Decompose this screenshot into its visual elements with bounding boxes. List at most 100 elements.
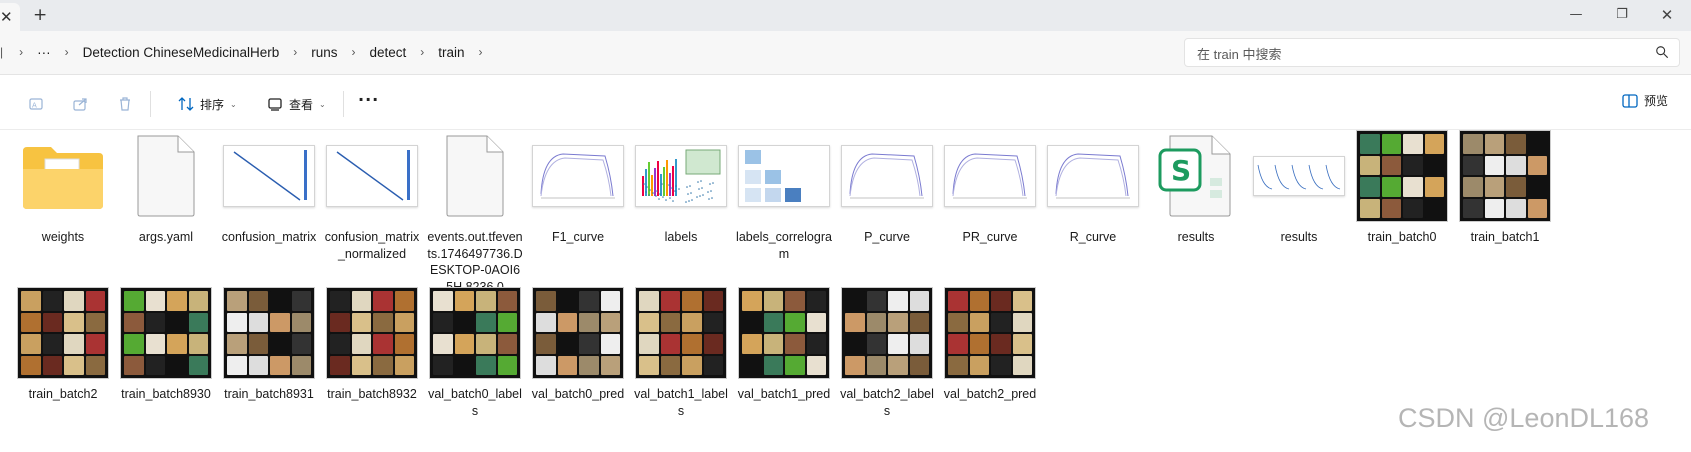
thumbnail-tile	[1484, 155, 1504, 175]
active-tab[interactable]: ✕	[0, 3, 20, 31]
thumbnail-tile	[21, 355, 41, 375]
thumbnail-tile	[394, 355, 414, 375]
chart-thumbnail	[217, 128, 321, 224]
chart-thumbnail	[629, 128, 733, 224]
thumbnail-tile	[806, 334, 826, 354]
thumbnail-tile	[330, 291, 350, 311]
thumbnail-tile	[600, 291, 620, 311]
thumbnail-tile	[227, 334, 247, 354]
thumbnail-tile	[351, 291, 371, 311]
thumbnail-tile	[703, 355, 723, 375]
file-name: results	[1177, 230, 1215, 244]
chart-thumbnail	[938, 128, 1042, 224]
new-tab-button[interactable]: +	[33, 6, 47, 24]
breadcrumb-item[interactable]: detect	[364, 45, 413, 60]
thumbnail-tile	[969, 291, 989, 311]
chevron-right-icon[interactable]: ›	[344, 45, 364, 59]
thumbnail-tile	[1424, 155, 1444, 175]
close-window-button[interactable]: ✕	[1656, 5, 1678, 25]
thumbnail-tile	[1527, 155, 1547, 175]
thumbnail-tile	[600, 334, 620, 354]
thumbnail-tile	[1012, 355, 1032, 375]
thumbnail-tile	[948, 312, 968, 332]
thumbnail-tile	[600, 355, 620, 375]
thumbnail-tile	[124, 312, 144, 332]
thumbnail-tile	[248, 312, 268, 332]
thumbnail-tile	[248, 334, 268, 354]
chart-thumbnail	[732, 128, 836, 224]
thumbnail-tile	[64, 312, 84, 332]
thumbnail-tile	[1360, 177, 1380, 197]
search-icon[interactable]	[1655, 45, 1669, 59]
thumbnail-tile	[85, 334, 105, 354]
thumbnail-tile	[167, 355, 187, 375]
minimize-button[interactable]: —	[1565, 5, 1587, 25]
preview-label: 预览	[1644, 94, 1669, 108]
chevron-right-icon[interactable]: ›	[471, 45, 491, 59]
chevron-right-icon[interactable]: ›	[11, 45, 31, 59]
thumbnail-tile	[145, 291, 165, 311]
thumbnail-tile	[42, 312, 62, 332]
thumbnail-tile	[742, 355, 762, 375]
thumbnail-tile	[909, 334, 929, 354]
breadcrumb-item[interactable]: Detection ChineseMedicinalHerb	[77, 45, 286, 60]
thumbnail-tile	[1463, 198, 1483, 218]
thumbnail-tile	[85, 312, 105, 332]
breadcrumb-item[interactable]: runs	[305, 45, 343, 60]
share-icon[interactable]	[72, 95, 90, 113]
thumbnail-tile	[64, 291, 84, 311]
thumbnail-tile	[682, 334, 702, 354]
thumbnail-tile	[1403, 198, 1423, 218]
thumbnail-tile	[969, 312, 989, 332]
file-name: train_batch8932	[327, 387, 417, 401]
thumbnail-tile	[1403, 155, 1423, 175]
thumbnail-tile	[991, 291, 1011, 311]
thumbnail-tile	[1463, 177, 1483, 197]
thumbnail-tile	[742, 334, 762, 354]
thumbnail-tile	[1360, 134, 1380, 154]
thumbnail-tile	[909, 291, 929, 311]
thumbnail-tile	[536, 334, 556, 354]
rename-icon[interactable]: A	[28, 95, 46, 113]
thumbnail-tile	[845, 291, 865, 311]
thumbnail-tile	[639, 355, 659, 375]
thumbnail-tile	[1424, 134, 1444, 154]
preview-pane-button[interactable]: 预览	[1622, 92, 1668, 109]
image-thumbnail	[114, 285, 218, 381]
thumbnail-tile	[1506, 134, 1526, 154]
thumbnail-tile	[785, 334, 805, 354]
chevron-right-icon[interactable]: ›	[412, 45, 432, 59]
chevron-down-icon: ⌄	[230, 99, 237, 109]
thumbnail-tile	[888, 334, 908, 354]
thumbnail-tile	[124, 355, 144, 375]
thumbnail-tile	[1484, 177, 1504, 197]
thumbnail-tile	[579, 291, 599, 311]
thumbnail-tile	[124, 291, 144, 311]
thumbnail-tile	[1527, 198, 1547, 218]
search-placeholder: 在 train 中搜索	[1197, 47, 1282, 62]
delete-icon[interactable]	[116, 95, 134, 113]
file-name: labels	[664, 230, 698, 244]
thumbnail-tile	[969, 334, 989, 354]
breadcrumb[interactable]: | › ··· › Detection ChineseMedicinalHerb…	[0, 39, 1175, 65]
thumbnail-tile	[866, 312, 886, 332]
chevron-right-icon[interactable]: ›	[285, 45, 305, 59]
sort-button[interactable]: 排序 ⌄	[178, 92, 237, 116]
image-thumbnail	[629, 285, 733, 381]
command-bar: A 排序 ⌄ 查看 ⌄ ··· 预览	[0, 76, 1691, 130]
restore-button[interactable]: ❐	[1611, 5, 1633, 25]
search-input[interactable]: 在 train 中搜索	[1184, 38, 1680, 67]
file-name: train_batch2	[28, 387, 98, 401]
thumbnail-tile	[703, 334, 723, 354]
thumbnail-tile	[476, 312, 496, 332]
thumbnail-tile	[785, 291, 805, 311]
breadcrumb-item[interactable]: train	[432, 45, 470, 60]
thumbnail-tile	[270, 291, 290, 311]
breadcrumb-overflow[interactable]: ···	[31, 45, 57, 60]
thumbnail-tile	[145, 355, 165, 375]
tab-close-icon[interactable]: ✕	[0, 9, 13, 25]
more-options-button[interactable]: ···	[358, 90, 379, 109]
thumbnail-tile	[497, 291, 517, 311]
thumbnail-tile	[866, 355, 886, 375]
view-button[interactable]: 查看 ⌄	[267, 92, 326, 116]
